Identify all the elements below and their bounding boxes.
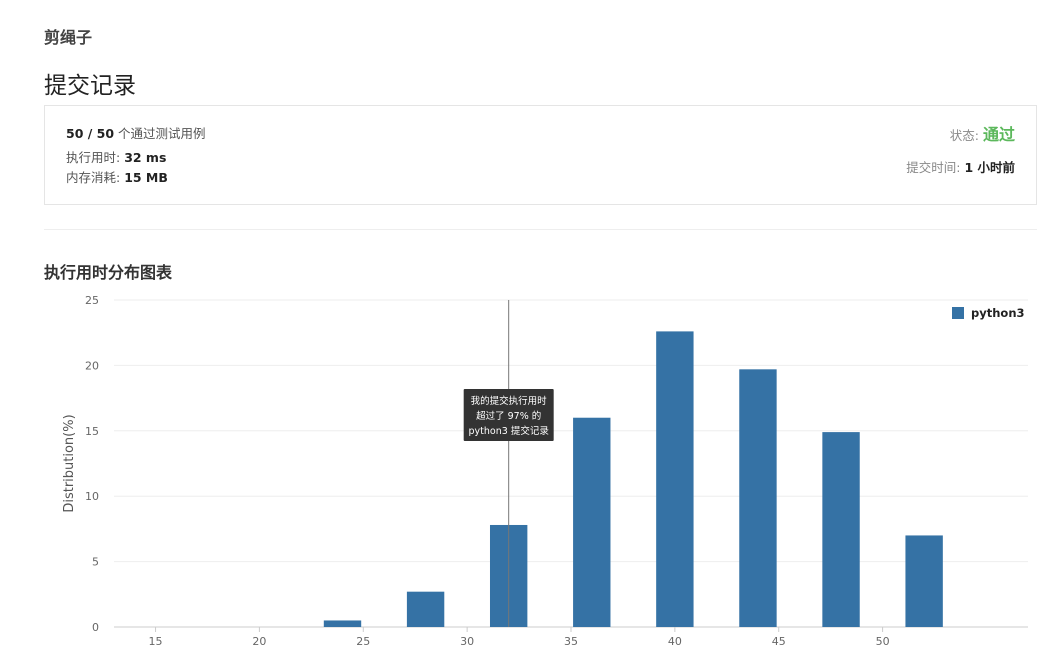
distribution-bar[interactable]	[739, 369, 777, 627]
memory-value: 15 MB	[124, 170, 168, 185]
x-tick-label: 20	[252, 635, 266, 646]
page-title: 提交记录	[44, 73, 136, 99]
x-tick-label: 35	[564, 635, 578, 646]
problem-title: 剪绳子	[44, 28, 93, 47]
distribution-bar[interactable]	[905, 535, 943, 627]
status-summary: 状态: 通过	[950, 121, 1015, 145]
runtime-summary: 执行用时: 32 ms	[66, 147, 166, 166]
memory-summary: 内存消耗: 15 MB	[66, 167, 168, 186]
test-cases-summary: 50 / 50 个通过测试用例	[66, 123, 206, 142]
submit-time-value: 1 小时前	[964, 160, 1015, 175]
submit-time-summary: 提交时间: 1 小时前	[906, 157, 1015, 176]
x-tick-label: 50	[876, 635, 890, 646]
runtime-distribution-chart: 0 5 10 15 20 25 15 20 25 30 35 40 45 50 Distribution(%…	[62, 294, 1028, 646]
section-divider	[44, 229, 1037, 230]
x-tick-label: 45	[772, 635, 786, 646]
y-tick-label: 0	[92, 621, 99, 634]
tooltip-text-line: python3 提交记录	[469, 425, 550, 437]
tooltip-text-line: 超过了 97% 的	[476, 410, 541, 422]
test-cases-suffix: 个通过测试用例	[114, 126, 206, 141]
tooltip-text-line: 我的提交执行用时	[471, 395, 548, 407]
distribution-bar[interactable]	[323, 620, 362, 627]
y-tick-label: 20	[85, 359, 99, 372]
runtime-value: 32 ms	[124, 150, 167, 165]
x-tick-label: 25	[356, 635, 370, 646]
y-tick-label: 10	[85, 490, 99, 503]
x-tick-label: 30	[460, 635, 474, 646]
distribution-bar[interactable]	[573, 417, 611, 627]
distribution-bar[interactable]	[822, 432, 860, 627]
status-badge: 通过	[982, 125, 1015, 144]
status-label: 状态:	[949, 128, 983, 143]
x-tick-label: 40	[668, 635, 682, 646]
memory-label: 内存消耗:	[66, 170, 125, 185]
legend-swatch[interactable]	[952, 307, 964, 319]
y-tick-label: 5	[92, 556, 99, 569]
submit-time-label: 提交时间:	[906, 160, 965, 175]
y-axis-title: Distribution(%)	[62, 414, 77, 512]
distribution-bar[interactable]	[656, 331, 694, 627]
y-tick-label: 15	[85, 425, 99, 438]
legend-label[interactable]: python3	[971, 306, 1025, 320]
test-cases-passed: 50 / 50	[66, 126, 115, 141]
distribution-bar[interactable]	[406, 591, 445, 627]
runtime-label: 执行用时:	[66, 150, 125, 165]
y-tick-label: 25	[85, 294, 99, 307]
x-tick-label: 15	[149, 635, 163, 646]
submission-result-card: 50 / 50 个通过测试用例 执行用时: 32 ms 内存消耗: 15 MB …	[44, 105, 1037, 205]
chart-section-title: 执行用时分布图表	[44, 263, 173, 282]
